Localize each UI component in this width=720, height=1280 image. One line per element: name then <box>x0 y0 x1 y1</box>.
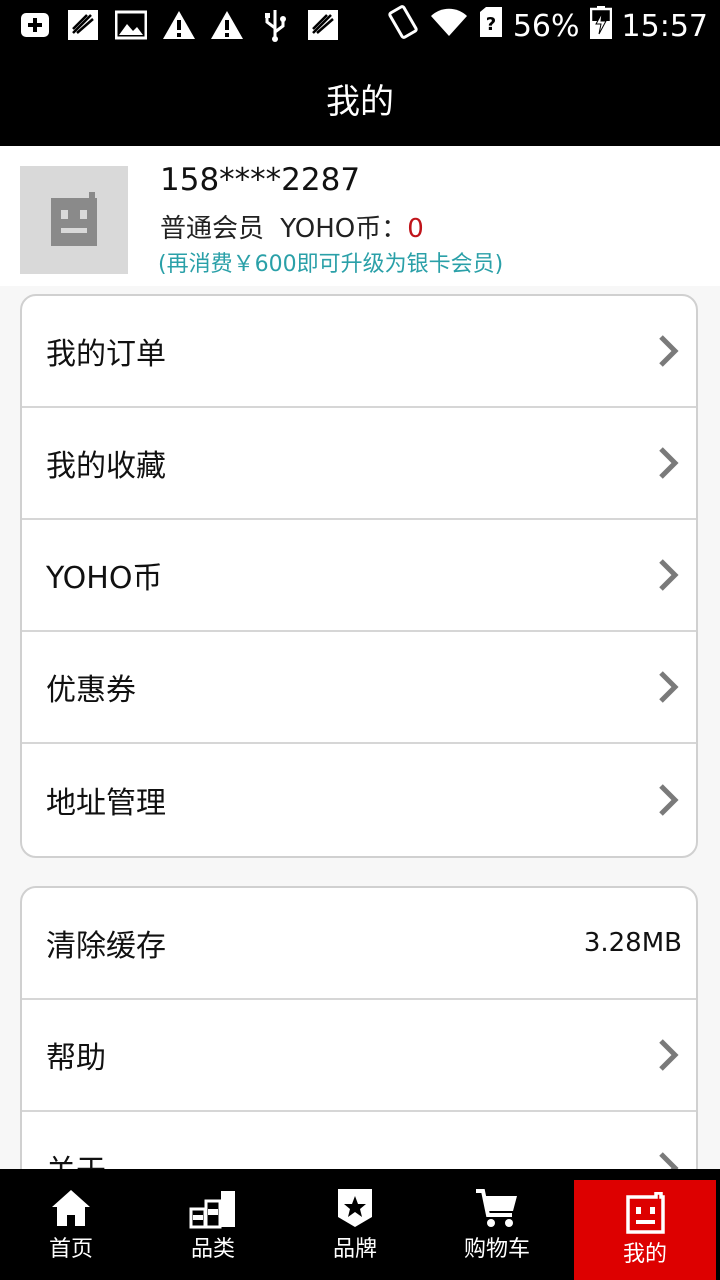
system-indicators: ? 56% 15:57 <box>387 4 708 48</box>
no-sim-icon: ? <box>479 6 503 46</box>
user-phone: 158****2287 <box>160 162 361 198</box>
menu-item-addresses[interactable]: 地址管理 <box>22 744 696 856</box>
coin-label: YOHO币： <box>280 214 408 244</box>
tab-label: 购物车 <box>463 1236 530 1262</box>
tab-label: 我的 <box>622 1242 667 1267</box>
chevron-right-icon <box>654 555 682 595</box>
menu-item-orders[interactable]: 我的订单 <box>22 296 696 408</box>
settings-menu-card: 清除缓存 3.28MB 帮助 关于 <box>20 886 698 1206</box>
title-bar: 我的 <box>0 50 720 146</box>
chevron-right-icon <box>654 443 682 483</box>
tab-label: 首页 <box>48 1236 93 1262</box>
battery-charging-icon <box>589 5 612 47</box>
cache-size: 3.28MB <box>583 928 682 958</box>
menu-item-clear-cache[interactable]: 清除缓存 3.28MB <box>22 888 696 1000</box>
tab-label: 品类 <box>190 1236 235 1262</box>
tab-brand[interactable]: 品牌 <box>284 1169 426 1280</box>
cart-icon <box>476 1188 517 1227</box>
brand-icon <box>338 1188 372 1227</box>
tab-cart[interactable]: 购物车 <box>426 1169 568 1280</box>
menu-item-label: 帮助 <box>46 1041 106 1076</box>
member-info: 普通会员 YOHO币：0 <box>160 208 424 245</box>
menu-item-label: 地址管理 <box>46 786 166 821</box>
tab-label: 品牌 <box>332 1236 377 1262</box>
bottom-tab-bar: 首页 品类 品牌 购物车 我的 <box>0 1169 720 1280</box>
menu-item-label: YOHO币 <box>46 561 163 596</box>
menu-item-yoho-coin[interactable]: YOHO币 <box>22 520 696 632</box>
status-bar: ? 56% 15:57 <box>0 0 720 50</box>
category-icon <box>189 1190 235 1228</box>
menu-item-coupons[interactable]: 优惠券 <box>22 632 696 744</box>
menu-item-label: 我的订单 <box>46 337 166 372</box>
battery-percent: 56% <box>512 8 580 44</box>
image-icon <box>114 8 148 42</box>
tab-category[interactable]: 品类 <box>142 1169 284 1280</box>
wifi-icon <box>429 6 469 46</box>
main-menu-card: 我的订单 我的收藏 YOHO币 优惠券 地址管理 <box>20 294 698 858</box>
warning-icon <box>210 8 244 42</box>
chevron-right-icon <box>654 667 682 707</box>
profile-icon <box>626 1192 665 1234</box>
vibrate-icon <box>387 4 419 48</box>
usb-icon <box>258 8 292 42</box>
menu-item-label: 优惠券 <box>46 673 136 708</box>
menu-item-favorites[interactable]: 我的收藏 <box>22 408 696 520</box>
tab-profile[interactable]: 我的 <box>574 1180 716 1280</box>
chevron-right-icon <box>654 1035 682 1075</box>
tab-home[interactable]: 首页 <box>0 1169 142 1280</box>
profile-section: 158****2287 普通会员 YOHO币：0 (再消费￥600即可升级为银卡… <box>0 146 720 286</box>
coin-value: 0 <box>407 214 424 244</box>
menu-item-label: 清除缓存 <box>46 929 166 964</box>
member-level: 普通会员 <box>160 214 265 244</box>
upgrade-hint: (再消费￥600即可升级为银卡会员) <box>158 252 504 277</box>
avatar[interactable] <box>20 166 128 274</box>
svg-text:?: ? <box>486 14 496 35</box>
menu-item-label: 我的收藏 <box>46 449 166 484</box>
chevron-right-icon <box>654 331 682 371</box>
clock: 15:57 <box>621 8 708 44</box>
page-title: 我的 <box>326 81 394 122</box>
app-notification-icon <box>66 8 100 42</box>
warning-icon <box>162 8 196 42</box>
add-icon <box>18 8 52 42</box>
home-icon <box>52 1189 90 1226</box>
notification-icons <box>18 8 340 42</box>
app-notification-icon <box>306 8 340 42</box>
avatar-placeholder-icon <box>51 192 97 246</box>
chevron-right-icon <box>654 780 682 820</box>
menu-item-help[interactable]: 帮助 <box>22 1000 696 1112</box>
